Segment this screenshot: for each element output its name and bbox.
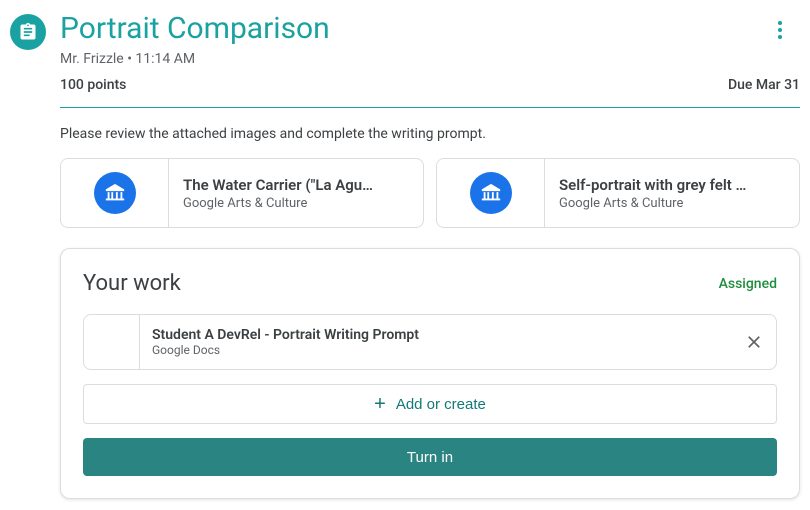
close-icon <box>745 333 763 351</box>
attachment-card[interactable]: The Water Carrier ("La Agu… Google Arts … <box>60 158 424 228</box>
your-work-card: Your work Assigned Student A DevRel - Po… <box>60 248 800 499</box>
file-thumbnail <box>84 315 140 369</box>
plus-icon: + <box>374 393 386 416</box>
attachment-source: Google Arts & Culture <box>183 196 409 211</box>
your-work-heading: Your work <box>83 271 181 296</box>
remove-file-button[interactable] <box>732 320 776 364</box>
work-file-card[interactable]: Student A DevRel - Portrait Writing Prom… <box>83 314 777 370</box>
add-or-create-button[interactable]: + Add or create <box>83 384 777 424</box>
more-options-button[interactable] <box>764 14 796 46</box>
more-vert-icon <box>778 21 782 25</box>
work-file-title: Student A DevRel - Portrait Writing Prom… <box>152 327 720 343</box>
due-date-label: Due Mar 31 <box>728 77 800 93</box>
attachment-thumbnail <box>437 159 545 227</box>
points-label: 100 points <box>60 77 126 93</box>
attachment-card[interactable]: Self-portrait with grey felt … Google Ar… <box>436 158 800 228</box>
arts-culture-icon <box>470 172 512 214</box>
turn-in-button[interactable]: Turn in <box>83 438 777 476</box>
work-file-source: Google Docs <box>152 343 720 357</box>
attachment-title: The Water Carrier ("La Agu… <box>183 176 409 194</box>
attachment-thumbnail <box>61 159 169 227</box>
author-time: Mr. Frizzle • 11:14 AM <box>60 51 800 67</box>
add-or-create-label: Add or create <box>396 396 486 413</box>
assignment-description: Please review the attached images and co… <box>60 126 800 142</box>
arts-culture-icon <box>94 172 136 214</box>
attachment-source: Google Arts & Culture <box>559 196 785 211</box>
page-title: Portrait Comparison <box>60 12 800 45</box>
assignment-icon <box>10 14 46 50</box>
attachment-title: Self-portrait with grey felt … <box>559 176 785 194</box>
assignment-status: Assigned <box>719 276 777 292</box>
